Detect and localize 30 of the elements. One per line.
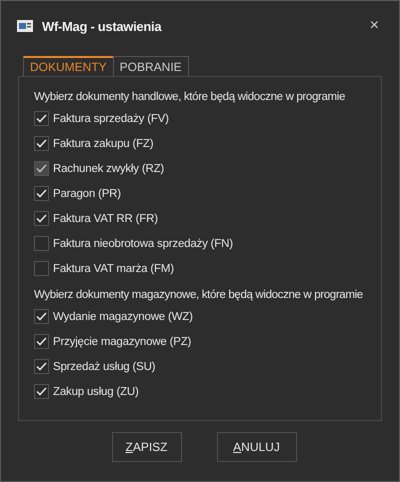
checkbox-label: Wydanie magazynowe (WZ): [53, 310, 193, 322]
section-heading: Wybierz dokumenty magazynowe, które będą widoczne w programie: [34, 289, 364, 301]
checkbox-label: Faktura sprzedaży (FV): [53, 112, 169, 124]
checkbox[interactable]: [34, 309, 49, 324]
checkbox[interactable]: [34, 359, 49, 374]
checkbox-label: Faktura nieobrotowa sprzedaży (FN): [53, 238, 233, 250]
checkbox-label: Zakup usług (ZU): [53, 386, 139, 398]
checkbox-label: Sprzedaż usług (SU): [53, 360, 156, 372]
checkbox-label: Rachunek zwykły (RZ): [53, 162, 164, 174]
checkbox[interactable]: [34, 186, 49, 201]
checkbox-label: Przyjęcie magazynowe (PZ): [53, 336, 192, 348]
tab[interactable]: POBRANIE: [112, 56, 189, 76]
tab[interactable]: DOKUMENTY: [23, 56, 114, 76]
dialog-button[interactable]: ANULUJ: [216, 432, 296, 462]
window-title: Wf-Mag - ustawienia: [42, 18, 163, 34]
checkbox[interactable]: [34, 211, 49, 226]
checkbox[interactable]: [34, 236, 49, 251]
checkbox[interactable]: [34, 334, 49, 349]
checkbox-label: Faktura VAT RR (FR): [53, 212, 158, 224]
checkbox-label: Faktura zakupu (FZ): [53, 138, 154, 150]
checkbox[interactable]: [34, 136, 49, 151]
dialog-button[interactable]: ZAPISZ: [112, 432, 182, 462]
checkbox-label: Paragon (PR): [53, 188, 121, 200]
checkbox-label: Faktura VAT marża (FM): [53, 262, 174, 274]
checkbox[interactable]: [34, 111, 49, 126]
close-button[interactable]: ×: [366, 17, 383, 35]
checkbox[interactable]: [34, 261, 49, 276]
checkbox[interactable]: [34, 384, 49, 399]
section-heading: Wybierz dokumenty handlowe, które będą widoczne w programie: [34, 91, 346, 103]
window-icon: [17, 20, 33, 32]
